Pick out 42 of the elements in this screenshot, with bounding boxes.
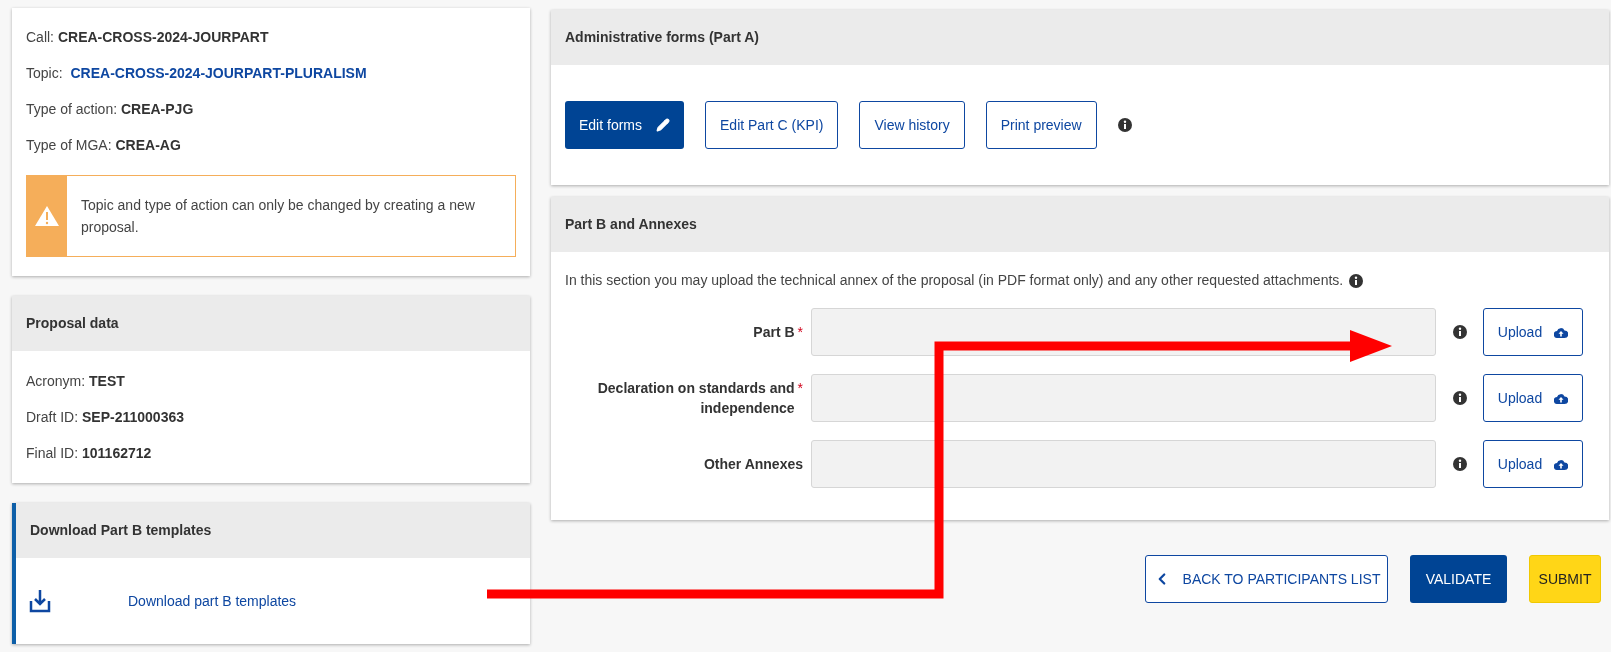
- form-action-button[interactable]: Print preview: [985, 101, 1097, 149]
- pencil-icon: [656, 118, 670, 132]
- info-line: Type of MGA: CREA-AG: [26, 136, 182, 155]
- field-label: Other Annexes: [702, 455, 803, 474]
- card-title: Download Part B templates: [30, 521, 212, 540]
- form-action-button[interactable]: Edit Part C (KPI): [705, 101, 839, 149]
- field-label: Declaration on standards and independence: [596, 379, 795, 418]
- info-line: Draft ID: SEP-211000363: [26, 408, 185, 427]
- cloud-upload-icon: [1554, 392, 1569, 404]
- card-title: Administrative forms (Part A): [565, 28, 759, 47]
- info-line: Type of action: CREA-PJG: [26, 100, 195, 119]
- warning-icon: [34, 205, 60, 227]
- info-icon: [1452, 325, 1467, 339]
- download-icon: [29, 589, 51, 613]
- info-line: Call: CREA-CROSS-2024-JOURPART: [26, 28, 270, 47]
- required-mark: *: [797, 379, 803, 398]
- cloud-upload-icon: [1554, 458, 1569, 470]
- validate-button[interactable]: VALIDATE: [1410, 555, 1507, 603]
- card-title: Proposal data: [26, 314, 119, 333]
- edit-forms-button[interactable]: Edit forms: [565, 101, 684, 149]
- upload-button[interactable]: Upload: [1483, 440, 1583, 488]
- form-action-button[interactable]: View history: [859, 101, 965, 149]
- warning-text: Topic and type of action can only be changed by creating a new proposal.: [81, 196, 476, 237]
- info-line: Final ID: 101162712: [26, 444, 153, 463]
- info-icon: [1452, 391, 1467, 405]
- back-button[interactable]: BACK TO PARTICIPANTS LIST: [1145, 555, 1388, 603]
- required-mark: *: [797, 322, 803, 342]
- submit-button[interactable]: SUBMIT: [1529, 555, 1601, 603]
- info-icon: [1452, 457, 1467, 471]
- file-field[interactable]: [811, 440, 1436, 488]
- file-field[interactable]: [811, 374, 1436, 422]
- info-line: Topic: CREA-CROSS-2024-JOURPART-PLURALISM: [26, 64, 368, 83]
- upload-button[interactable]: Upload: [1483, 374, 1583, 422]
- download-link[interactable]: Download part B templates: [128, 590, 297, 612]
- card-title: Part B and Annexes: [565, 215, 697, 234]
- info-icon: [1117, 118, 1132, 132]
- info-icon: [1349, 273, 1364, 288]
- cloud-upload-icon: [1554, 326, 1569, 338]
- info-line: Acronym: TEST: [26, 372, 126, 391]
- field-label: Part B: [752, 322, 795, 342]
- upload-button[interactable]: Upload: [1483, 308, 1583, 356]
- section-description: In this section you may upload the technical annex of the proposal (in PDF format only) and any other requested attachments.: [565, 271, 1344, 290]
